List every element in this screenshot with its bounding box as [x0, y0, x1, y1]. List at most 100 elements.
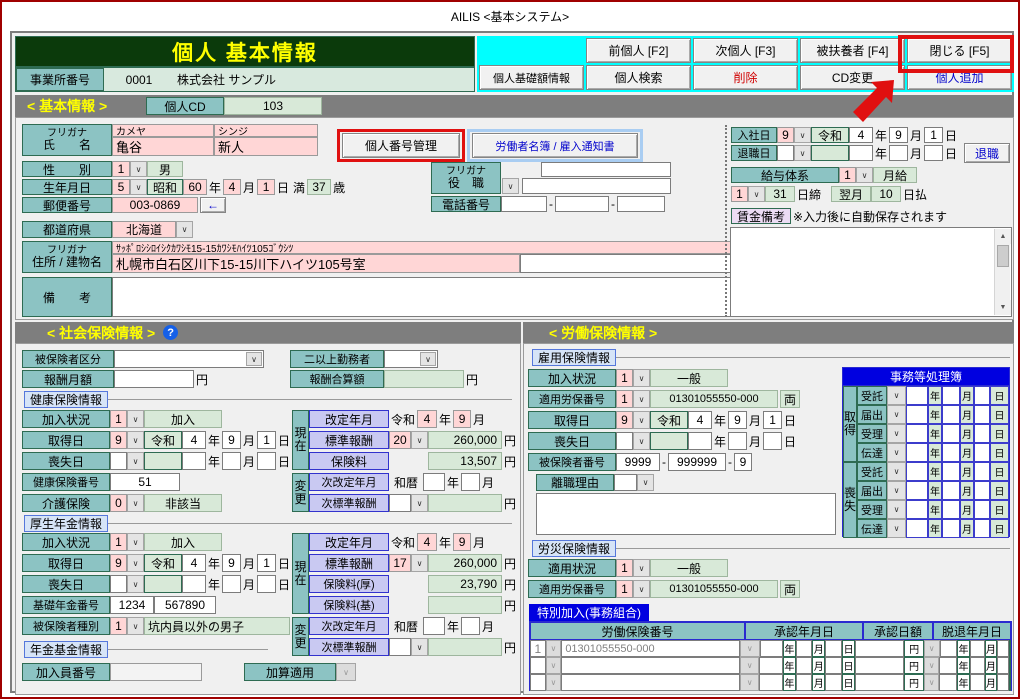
clerical-month-field[interactable] — [942, 500, 960, 519]
pension-revision-month[interactable]: 9 — [453, 533, 471, 551]
clerical-day-field[interactable] — [974, 405, 990, 424]
zip-lookup-button[interactable]: ← — [200, 197, 226, 213]
accident-status-code[interactable]: 1 — [616, 559, 633, 577]
clerical-day-field[interactable] — [974, 462, 990, 481]
gender-dropdown[interactable] — [130, 161, 147, 177]
health-next-standard-dropdown[interactable] — [411, 494, 428, 512]
pension-acquire-code[interactable]: 9 — [110, 554, 127, 572]
special-withdraw-year[interactable] — [939, 674, 957, 691]
closing-dropdown[interactable] — [748, 186, 765, 202]
clerical-year-field[interactable] — [906, 405, 928, 424]
health-next-year[interactable] — [423, 473, 445, 491]
role-kana-field[interactable] — [541, 162, 671, 177]
pension-standard-code[interactable]: 17 — [389, 554, 411, 572]
clerical-year-field[interactable] — [906, 519, 928, 538]
pension-next-month[interactable] — [461, 617, 480, 635]
pension-next-standard-code[interactable] — [389, 638, 411, 656]
surname-kana-field[interactable]: カメヤ — [112, 124, 214, 137]
pension-loss-month[interactable] — [222, 575, 241, 593]
phone-field-3[interactable] — [617, 196, 665, 212]
pension-acquire-day[interactable]: 1 — [257, 554, 276, 572]
special-withdraw-year[interactable] — [939, 657, 957, 674]
clerical-month-field[interactable] — [942, 405, 960, 424]
special-era-dropdown[interactable] — [740, 640, 760, 657]
special-withdraw-dropdown[interactable] — [924, 657, 940, 674]
givenname-field[interactable]: 新人 — [214, 137, 318, 156]
employment-loss-day[interactable] — [763, 432, 782, 450]
clerical-day-field[interactable] — [974, 424, 990, 443]
employment-rouho-code[interactable]: 1 — [616, 390, 633, 408]
pension-standard-dropdown[interactable] — [411, 554, 428, 572]
employment-loss-code[interactable] — [616, 432, 633, 450]
clerical-day-field[interactable] — [974, 481, 990, 500]
employment-acquire-year[interactable]: 4 — [688, 411, 712, 429]
special-row-dropdown[interactable] — [546, 640, 562, 657]
pension-acquire-year[interactable]: 4 — [182, 554, 206, 572]
health-acquire-month[interactable]: 9 — [222, 431, 241, 449]
two-or-more-select[interactable] — [384, 350, 438, 368]
accident-status-dropdown[interactable] — [633, 559, 650, 577]
health-loss-day[interactable] — [257, 452, 276, 470]
fund-member-field[interactable] — [110, 663, 202, 681]
role-field[interactable] — [522, 178, 671, 194]
insured-class-select[interactable] — [114, 350, 264, 368]
monthly-pay-field[interactable] — [114, 370, 194, 388]
pension-loss-year[interactable] — [182, 575, 206, 593]
pref-value[interactable]: 北海道 — [112, 221, 176, 238]
clerical-year-field[interactable] — [906, 443, 928, 462]
employment-status-dropdown[interactable] — [633, 369, 650, 387]
employment-insured-number-1[interactable]: 9999 — [616, 453, 660, 471]
special-withdraw-day[interactable] — [997, 640, 1009, 657]
retire-day-field[interactable] — [924, 145, 943, 161]
special-year-field[interactable] — [759, 657, 782, 674]
health-acquire-day[interactable]: 1 — [257, 431, 276, 449]
wage-note-scrollbar[interactable] — [994, 229, 1010, 315]
clerical-year-field[interactable] — [906, 481, 928, 500]
health-status-dropdown[interactable] — [127, 410, 144, 428]
insured-type-code[interactable]: 1 — [110, 617, 127, 635]
givenname-kana-field[interactable]: シンジ — [214, 124, 318, 137]
special-withdraw-month[interactable] — [970, 674, 985, 691]
employment-loss-dropdown[interactable] — [633, 432, 650, 450]
birth-era-code-field[interactable]: 5 — [112, 179, 130, 195]
special-withdraw-month[interactable] — [970, 657, 985, 674]
clerical-dropdown[interactable] — [887, 519, 906, 538]
health-loss-code[interactable] — [110, 452, 127, 470]
chevron-down-icon[interactable] — [420, 352, 436, 366]
pref-dropdown[interactable] — [176, 221, 193, 238]
birth-era-dropdown[interactable] — [130, 179, 147, 195]
clerical-day-field[interactable] — [974, 519, 990, 538]
pension-acquire-dropdown[interactable] — [127, 554, 144, 572]
delete-button[interactable]: 削除 — [693, 65, 798, 90]
employment-acquire-day[interactable]: 1 — [763, 411, 782, 429]
special-amount-field[interactable] — [855, 657, 904, 674]
special-row-code[interactable]: 1 — [530, 640, 546, 657]
closing-code-field[interactable]: 1 — [731, 186, 748, 202]
birth-day-field[interactable]: 1 — [257, 179, 275, 195]
clerical-dropdown[interactable] — [887, 500, 906, 519]
employment-acquire-month[interactable]: 9 — [728, 411, 747, 429]
phone-field-2[interactable] — [555, 196, 609, 212]
clerical-month-field[interactable] — [942, 519, 960, 538]
special-era-dropdown[interactable] — [740, 674, 760, 691]
special-era-dropdown[interactable] — [740, 657, 760, 674]
care-insurance-code[interactable]: 0 — [110, 494, 127, 512]
clerical-dropdown[interactable] — [887, 481, 906, 500]
hire-year-field[interactable]: 4 — [849, 127, 873, 143]
retire-month-field[interactable] — [889, 145, 908, 161]
special-withdraw-day[interactable] — [997, 674, 1009, 691]
retire-button[interactable]: 退職 — [964, 143, 1010, 163]
accident-rouho-dropdown[interactable] — [633, 580, 650, 598]
health-loss-year[interactable] — [182, 452, 206, 470]
special-row-code[interactable] — [530, 674, 546, 691]
leaving-reason-code[interactable] — [614, 474, 637, 491]
health-acquire-code[interactable]: 9 — [110, 431, 127, 449]
health-acquire-year[interactable]: 4 — [182, 431, 206, 449]
person-cd-value[interactable]: 103 — [224, 97, 322, 115]
employment-insured-number-2[interactable]: 999999 — [668, 453, 726, 471]
health-standard-code[interactable]: 20 — [389, 431, 411, 449]
wage-note-textarea[interactable] — [730, 227, 1012, 317]
scroll-down-icon[interactable] — [995, 300, 1011, 315]
special-row-number[interactable] — [561, 674, 740, 691]
special-withdraw-dropdown[interactable] — [924, 640, 940, 657]
